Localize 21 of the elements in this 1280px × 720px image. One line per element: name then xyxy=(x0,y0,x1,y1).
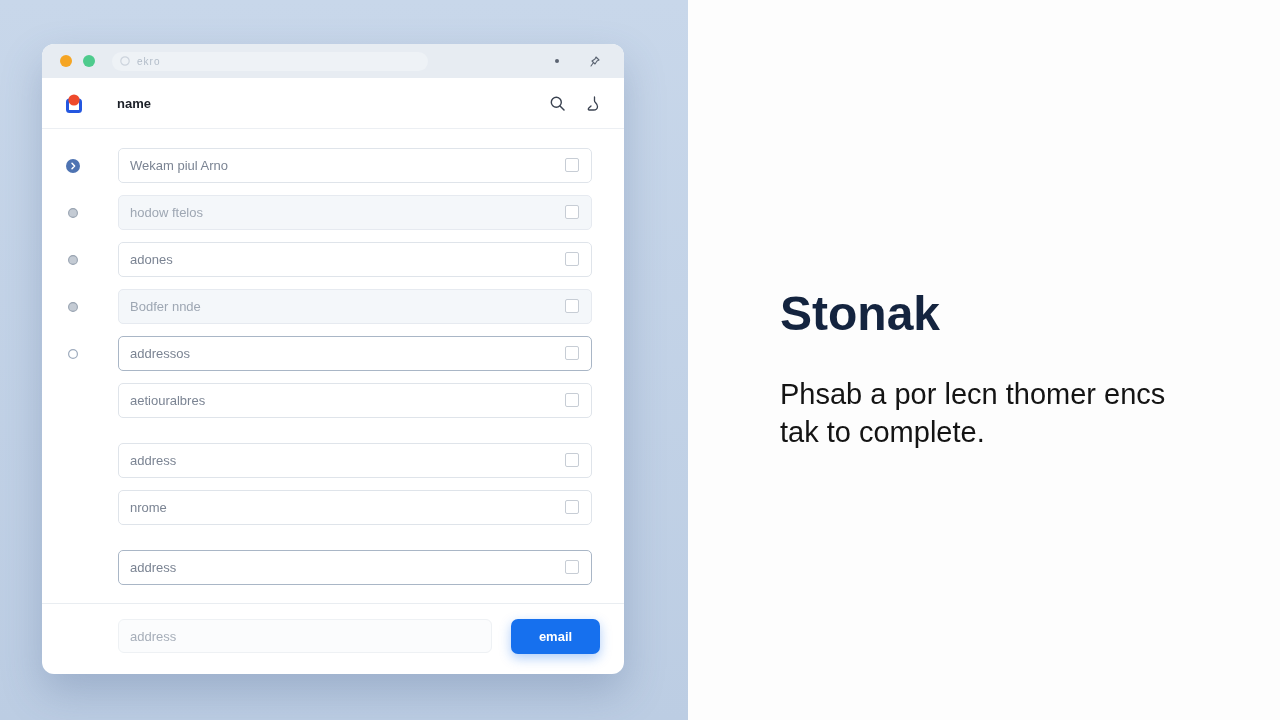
checkbox[interactable] xyxy=(565,346,579,360)
description-text: Phsab a por lecn thomer encs tak to complete. xyxy=(780,377,1167,450)
window-control-icon[interactable] xyxy=(60,55,72,67)
header-title: name xyxy=(117,95,151,111)
search-icon[interactable] xyxy=(550,95,565,111)
window-control-icon[interactable] xyxy=(83,55,95,67)
checkbox[interactable] xyxy=(565,500,579,514)
checkbox[interactable] xyxy=(565,158,579,172)
input-field[interactable]: addressos xyxy=(118,336,592,371)
checkbox[interactable] xyxy=(565,560,579,574)
heading: Stonak xyxy=(780,287,941,340)
pin-icon[interactable] xyxy=(590,55,600,67)
hook-icon[interactable] xyxy=(587,95,599,111)
checkbox[interactable] xyxy=(565,453,579,467)
checkbox[interactable] xyxy=(565,252,579,266)
email-button[interactable]: email xyxy=(511,618,600,654)
checkbox[interactable] xyxy=(565,393,579,407)
input-field[interactable]: address xyxy=(118,550,592,585)
circle-icon xyxy=(120,56,130,66)
logo-icon xyxy=(66,93,82,113)
dot-icon[interactable] xyxy=(555,59,559,63)
